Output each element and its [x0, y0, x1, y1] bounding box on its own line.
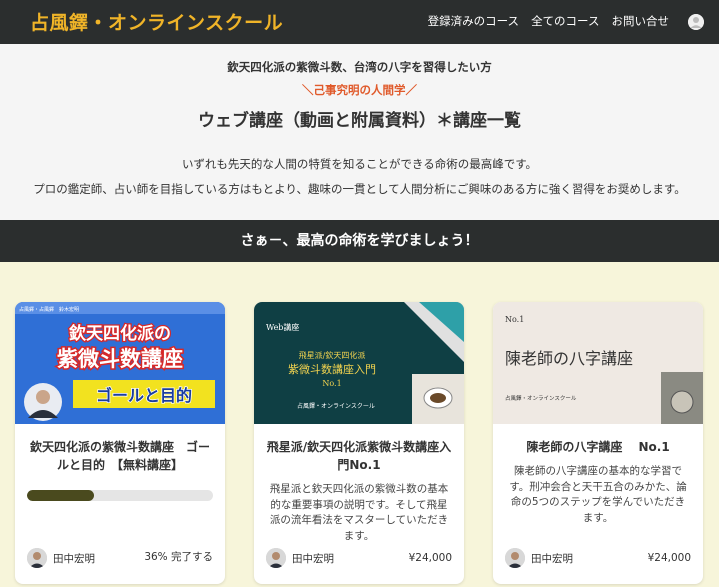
nav-all-courses[interactable]: 全てのコース: [531, 13, 599, 29]
course-thumbnail-3[interactable]: No.1 陳老師の八字講座 占風鐸・オンラインスクール: [493, 302, 703, 424]
main-nav: 登録済みのコース 全てのコース お問い合せ: [428, 13, 669, 29]
progress-fill: [27, 490, 94, 501]
page-title: ウェブ講座（動画と附属資料）＊講座一覧: [198, 111, 521, 131]
section-banner: さぁ－、最高の命術を学びましょう！: [0, 220, 719, 262]
thumb-2-line3: No.1: [322, 379, 341, 388]
course-description-2: 飛星派と欽天四化派の紫微斗数の基本的な重要事項の説明です。そして飛星派の流年看法…: [269, 483, 449, 542]
course-thumbnail-2[interactable]: Web講座 飛星派/欽天四化派 紫微斗数講座入門 No.1 占風鐸・オンラインス…: [254, 302, 464, 424]
course-progress-bar: [27, 490, 213, 501]
thumb-2-tag: Web講座: [266, 322, 299, 332]
nav-contact[interactable]: お問い合せ: [612, 13, 670, 29]
course-description-3: 陳老師の八字講座の基本的な学習です。刑冲会合と天干五合のみかた、論命の5つのステ…: [509, 465, 687, 524]
nav-enrolled-courses[interactable]: 登録済みのコース: [428, 13, 519, 29]
author-name: 田中宏明: [531, 552, 573, 565]
thumb-1-line1: 欽天四化派の: [69, 323, 171, 344]
course-price-2: ¥24,000: [408, 552, 452, 564]
author-name: 田中宏明: [53, 552, 95, 565]
author-avatar-icon: [266, 548, 286, 568]
thumb-3-line1: 陳老師の八字講座: [505, 349, 633, 368]
course-author-3: 田中宏明: [505, 548, 573, 568]
thumb-3-tag: No.1: [505, 315, 524, 324]
site-logo[interactable]: 占風鐸・オンラインスクール: [30, 8, 283, 35]
thumb-3-brand: 占風鐸・オンラインスクール: [505, 394, 577, 402]
author-name: 田中宏明: [292, 552, 334, 565]
thumb-1-line2: 紫微斗数講座: [57, 347, 183, 371]
course-author-1: 田中宏明: [27, 548, 95, 568]
course-title-3[interactable]: 陳老師の八字講座 No.1: [505, 438, 691, 456]
course-author-2: 田中宏明: [266, 548, 334, 568]
course-card-1[interactable]: 占風鐸・占風鐸 鈴木宏明 欽天四化派の 紫微斗数講座 ゴールと目的 欽天四化派の…: [15, 302, 225, 584]
course-thumbnail-1[interactable]: 占風鐸・占風鐸 鈴木宏明 欽天四化派の 紫微斗数講座 ゴールと目的: [15, 302, 225, 424]
author-avatar-icon: [505, 548, 525, 568]
thumb-1-corner: 占風鐸・占風鐸 鈴木宏明: [19, 306, 79, 313]
thumb-2-line2: 紫微斗数講座入門: [288, 362, 376, 376]
course-title-1[interactable]: 欽天四化派の紫微斗数講座 ゴールと目的 【無料講座】: [27, 438, 213, 474]
top-navbar: 占風鐸・オンラインスクール 登録済みのコース 全てのコース お問い合せ: [0, 0, 719, 44]
course-card-3[interactable]: No.1 陳老師の八字講座 占風鐸・オンラインスクール 陳老師の八字講座 No.…: [493, 302, 703, 584]
hero-tagline: ＼己事究明の人間学／: [302, 83, 417, 97]
thumb-1-line3: ゴールと目的: [96, 386, 192, 405]
thumb-2-line1: 飛星派/欽天四化派: [299, 350, 366, 360]
course-price-3: ¥24,000: [647, 552, 691, 564]
author-avatar-icon: [27, 548, 47, 568]
hero-paragraph-1: いずれも先天的な人間の特質を知ることができる命術の最高峰です。: [181, 157, 538, 171]
user-avatar-icon[interactable]: [688, 14, 704, 30]
thumb-2-brand: 占風鐸・オンラインスクール: [297, 402, 375, 410]
hero-paragraph-2: プロの鑑定師、占い師を目指している方はもとより、趣味の一貫として人間分析にご興味…: [33, 182, 686, 196]
course-title-2[interactable]: 飛星派/欽天四化派紫微斗数講座入門No.1: [266, 438, 452, 474]
course-card-2[interactable]: Web講座 飛星派/欽天四化派 紫微斗数講座入門 No.1 占風鐸・オンラインス…: [254, 302, 464, 584]
course-status-1: 36% 完了する: [144, 551, 213, 563]
hero-subtitle: 欽天四化派の紫微斗数、台湾の八字を習得したい方: [227, 60, 492, 74]
hero-section: 欽天四化派の紫微斗数、台湾の八字を習得したい方 ＼己事究明の人間学／ ウェブ講座…: [0, 44, 719, 220]
